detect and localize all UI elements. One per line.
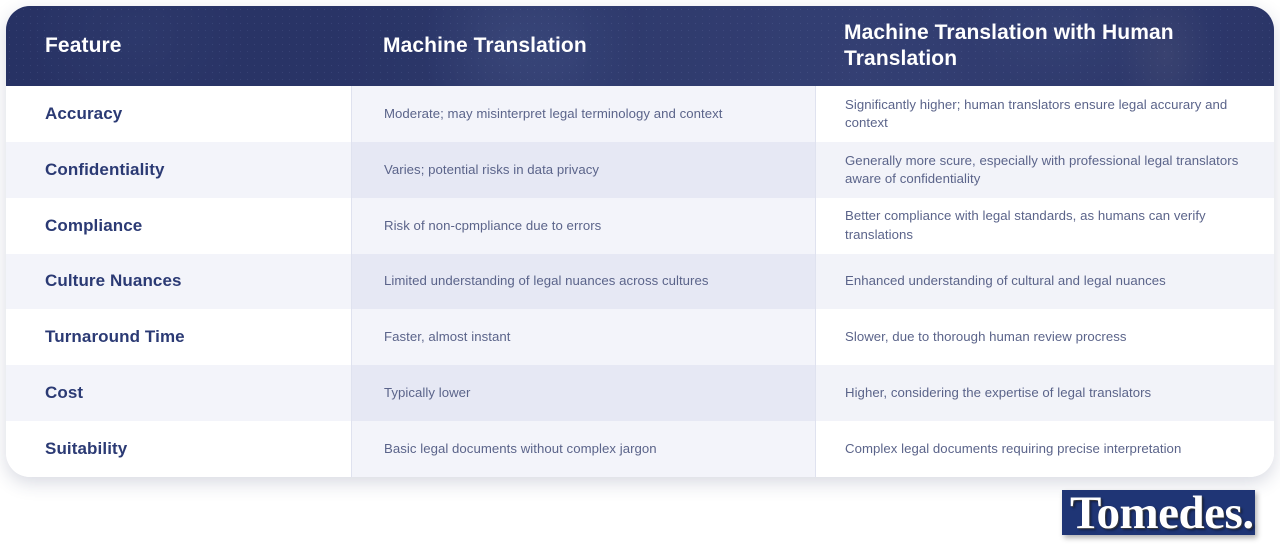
feature-cell: Culture Nuances (6, 253, 351, 310)
human-translation-cell: Higher, considering the expertise of leg… (815, 365, 1274, 422)
machine-translation-text: Limited understanding of legal nuances a… (384, 273, 709, 289)
human-translation-cell: Complex legal documents requiring precis… (815, 421, 1274, 477)
feature-label: Suitability (45, 438, 128, 458)
column-header-feature: Feature (45, 34, 122, 58)
table-row: Cost Typically lower Higher, considering… (6, 365, 1274, 422)
logo-wordmark: Tomedes. (1070, 487, 1254, 539)
human-translation-cell: Enhanced understanding of cultural and l… (815, 253, 1274, 310)
human-translation-text: Slower, due to thorough human review pro… (845, 329, 1127, 345)
human-translation-text: Significantly higher; human translators … (845, 96, 1228, 130)
machine-translation-cell: Varies; potential risks in data privacy (351, 141, 815, 198)
feature-cell: Confidentiality (6, 141, 351, 198)
human-translation-cell: Generally more scure, especially with pr… (815, 141, 1274, 198)
table-row: Suitability Basic legal documents withou… (6, 421, 1274, 477)
feature-label: Culture Nuances (45, 271, 182, 291)
feature-cell: Turnaround Time (6, 309, 351, 366)
machine-translation-cell: Risk of non-cpmpliance due to errors (351, 197, 815, 254)
machine-translation-text: Basic legal documents without complex ja… (384, 440, 657, 456)
table-row: Confidentiality Varies; potential risks … (6, 141, 1274, 198)
machine-translation-text: Moderate; may misinterpret legal termino… (384, 105, 723, 121)
feature-label: Accuracy (45, 103, 123, 123)
machine-translation-text: Faster, almost instant (384, 329, 511, 345)
feature-label: Compliance (45, 215, 143, 235)
human-translation-text: Better compliance with legal standards, … (845, 208, 1206, 242)
column-header-machine-translation: Machine Translation (383, 34, 587, 58)
comparison-table-card: Feature Machine Translation Machine Tran… (6, 6, 1274, 477)
table-header: Feature Machine Translation Machine Tran… (6, 6, 1274, 86)
machine-translation-cell: Faster, almost instant (351, 309, 815, 366)
human-translation-cell: Slower, due to thorough human review pro… (815, 309, 1274, 366)
feature-label: Cost (45, 383, 84, 403)
human-translation-text: Higher, considering the expertise of leg… (845, 385, 1152, 401)
machine-translation-cell: Moderate; may misinterpret legal termino… (351, 86, 815, 142)
column-header-machine-translation-with-human-translation: Machine Translation with Human Translati… (844, 21, 1174, 70)
feature-cell: Suitability (6, 421, 351, 477)
human-translation-cell: Significantly higher; human translators … (815, 86, 1274, 142)
table-row: Compliance Risk of non-cpmpliance due to… (6, 197, 1274, 254)
table-body: Accuracy Moderate; may misinterpret lega… (6, 86, 1274, 477)
feature-cell: Compliance (6, 197, 351, 254)
human-translation-cell: Better compliance with legal standards, … (815, 197, 1274, 254)
machine-translation-text: Risk of non-cpmpliance due to errors (384, 217, 602, 233)
table-header-row: Feature Machine Translation Machine Tran… (6, 6, 1274, 86)
human-translation-text: Generally more scure, especially with pr… (845, 152, 1239, 186)
machine-translation-text: Varies; potential risks in data privacy (384, 161, 599, 177)
machine-translation-cell: Basic legal documents without complex ja… (351, 421, 815, 477)
feature-label: Turnaround Time (45, 327, 185, 347)
table-row: Turnaround Time Faster, almost instant S… (6, 309, 1274, 366)
human-translation-text: Enhanced understanding of cultural and l… (845, 273, 1166, 289)
table-row: Accuracy Moderate; may misinterpret lega… (6, 86, 1274, 142)
feature-cell: Accuracy (6, 86, 351, 142)
feature-label: Confidentiality (45, 159, 165, 179)
human-translation-text: Complex legal documents requiring precis… (845, 440, 1182, 456)
machine-translation-text: Typically lower (384, 385, 471, 401)
tomedes-logo: Tomedes. (1062, 487, 1255, 539)
machine-translation-cell: Limited understanding of legal nuances a… (351, 253, 815, 310)
feature-cell: Cost (6, 365, 351, 422)
machine-translation-cell: Typically lower (351, 365, 815, 422)
table-row: Culture Nuances Limited understanding of… (6, 253, 1274, 310)
